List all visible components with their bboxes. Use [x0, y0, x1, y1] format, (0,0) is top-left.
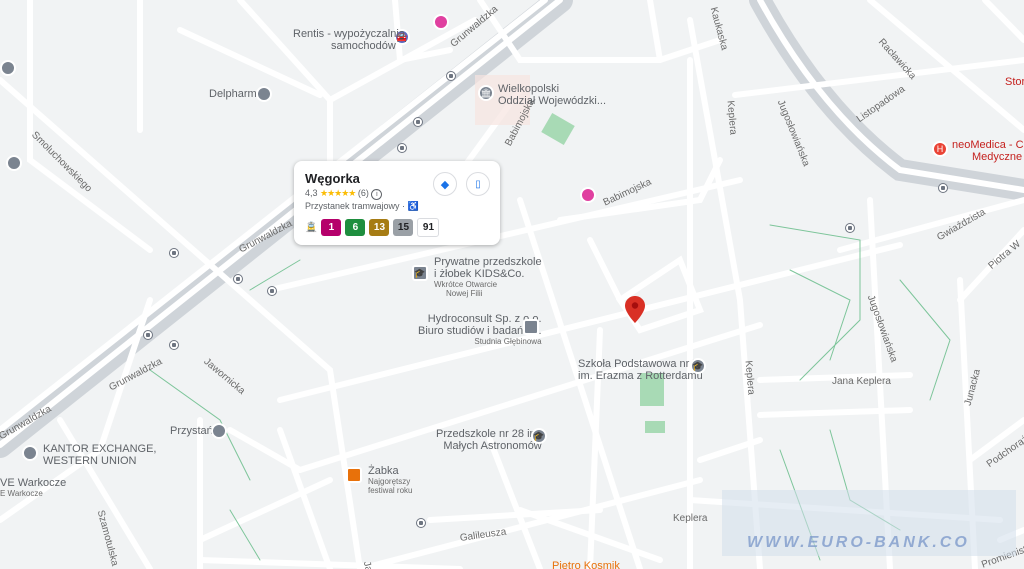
tram-line-badge[interactable]: 91 — [417, 218, 440, 237]
place-rating: 4,3 ★★★★★ (6) i — [305, 188, 383, 200]
poi-hydroconsult-sub: Studnia Głębinowa — [474, 337, 542, 346]
poi-stor[interactable]: Stor — [1005, 76, 1024, 88]
poi-neomedica-line1: neoMedica - Cen — [952, 139, 1024, 151]
poi-szkola-podstawowa[interactable]: Szkoła Podstawowa nr 7 im. Erazma z Rott… — [578, 358, 703, 382]
transit-stop-icon[interactable] — [267, 286, 277, 296]
currency-exchange-icon[interactable] — [22, 445, 38, 461]
school-icon[interactable]: 🎓 — [690, 358, 706, 374]
poi-rentis[interactable]: Rentis - wypożyczalnia samochodów — [293, 28, 405, 52]
street-label-jana-keplera: Jana Keplera — [832, 376, 891, 387]
watermark: WWW.EURO-BANK.CO — [722, 490, 1016, 556]
poi-rentis-line2: samochodów — [331, 40, 396, 52]
review-count: (6) — [357, 188, 369, 198]
poi-pietro-kosmik[interactable]: Piętro Kosmik — [552, 560, 620, 569]
poi-zabka-sub1: Najgorętszy — [368, 477, 411, 486]
poi-przystan[interactable]: Przystań — [170, 425, 213, 437]
poi-kantor[interactable]: KANTOR EXCHANGE, WESTERN UNION — [43, 443, 157, 467]
tram-line-badge[interactable]: 13 — [369, 219, 390, 236]
hospital-icon[interactable]: H — [932, 141, 948, 157]
poi-warkocze[interactable]: VE Warkocze E Warkocze — [0, 477, 66, 498]
place-icon[interactable] — [211, 423, 227, 439]
place-icon[interactable] — [6, 155, 22, 171]
store-icon[interactable] — [346, 467, 362, 483]
location-marker-icon[interactable] — [625, 296, 645, 323]
poi-szkola-line2: im. Erazma z Rotterdamu — [578, 370, 703, 382]
poi-neomedica[interactable]: neoMedica - Cen Medyczne Pozna — [952, 139, 1024, 163]
rating-value: 4,3 — [305, 188, 318, 198]
poi-przedszkole28-line1: Przedszkole nr 28 im. — [436, 428, 542, 440]
poi-przedszkole28-line2: Małych Astronomów — [443, 440, 542, 452]
transit-stop-icon[interactable] — [416, 518, 426, 528]
place-info-card[interactable]: Węgorka 4,3 ★★★★★ (6) i Przystanek tramw… — [294, 161, 500, 245]
government-building-icon[interactable]: 🏛 — [478, 85, 494, 101]
bookmark-icon: ▯ — [475, 178, 481, 190]
transit-stop-icon[interactable] — [446, 71, 456, 81]
poi-kids-line1: Prywatne przedszkole — [434, 256, 542, 268]
rating-stars-icon: ★★★★★ — [320, 188, 356, 198]
place-type: Przystanek tramwajowy · ♿ — [305, 201, 419, 212]
save-button[interactable]: ▯ — [466, 172, 490, 196]
tram-line-badge[interactable]: 15 — [393, 219, 414, 236]
school-icon[interactable]: 🎓 — [412, 265, 428, 281]
place-title: Węgorka — [305, 171, 360, 186]
poi-wielkopolski-line1: Wielkopolski — [498, 83, 560, 95]
poi-wielkopolski[interactable]: Wielkopolski Oddział Wojewódzki... — [498, 83, 606, 107]
poi-rentis-line1: Rentis - wypożyczalnia — [293, 28, 405, 40]
transit-stop-icon[interactable] — [938, 183, 948, 193]
shopping-icon[interactable] — [433, 14, 449, 30]
transit-stop-icon[interactable] — [397, 143, 407, 153]
poi-kids-sub1: Wkrótce Otwarcie — [434, 280, 498, 289]
poi-zabka-name: Żabka — [368, 465, 399, 477]
poi-szkola-line1: Szkoła Podstawowa nr 7 — [578, 358, 699, 370]
school-icon[interactable]: 🎓 — [531, 428, 547, 444]
tram-icon: 🚊 — [305, 222, 318, 233]
tram-line-badge[interactable]: 1 — [321, 219, 342, 236]
poi-zabka-sub2: festiwal roku — [368, 486, 413, 495]
street-label-keplera: Keplera — [673, 513, 708, 524]
poi-kantor-line1: KANTOR EXCHANGE, — [43, 443, 157, 455]
place-icon[interactable] — [0, 60, 16, 76]
wheelchair-accessible-icon: ♿ — [407, 201, 419, 211]
map-canvas[interactable]: Grunwaldzka Grunwaldzka Grunwaldzka Grun… — [0, 0, 1024, 569]
tram-lines: 🚊 1 6 13 15 91 — [305, 218, 440, 237]
transit-stop-icon[interactable] — [169, 340, 179, 350]
poi-zabka[interactable]: Żabka Najgorętszy festiwal roku — [368, 465, 412, 495]
info-icon[interactable]: i — [371, 189, 383, 200]
business-icon[interactable] — [523, 319, 539, 335]
watermark-text: WWW.EURO-BANK.CO — [747, 534, 970, 551]
place-icon[interactable] — [256, 86, 272, 102]
directions-icon: ◆ — [440, 178, 450, 191]
poi-kids-and-co[interactable]: Prywatne przedszkole i żłobek KIDS&Co. W… — [434, 256, 542, 298]
transit-stop-icon[interactable] — [233, 274, 243, 284]
poi-przedszkole-28[interactable]: Przedszkole nr 28 im. Małych Astronomów — [436, 428, 542, 452]
poi-kantor-line2: WESTERN UNION — [43, 455, 137, 467]
poi-neomedica-line2: Medyczne Pozna — [972, 151, 1024, 163]
transit-stop-icon[interactable] — [143, 330, 153, 340]
transit-stop-icon[interactable] — [169, 248, 179, 258]
poi-kids-line2: i żłobek KIDS&Co. — [434, 268, 525, 280]
transit-stop-icon[interactable] — [413, 117, 423, 127]
poi-warkocze-line2: E Warkocze — [0, 489, 43, 498]
transit-stop-icon[interactable] — [845, 223, 855, 233]
directions-button[interactable]: ◆ — [433, 172, 457, 196]
place-type-label: Przystanek tramwajowy · — [305, 201, 406, 211]
poi-wielkopolski-line2: Oddział Wojewódzki... — [498, 95, 607, 107]
poi-delpharm[interactable]: Delpharm — [209, 88, 257, 100]
poi-kids-sub2: Nowej Filii — [446, 289, 483, 298]
poi-warkocze-line1: VE Warkocze — [0, 477, 67, 489]
tram-line-badge[interactable]: 6 — [345, 219, 366, 236]
shopping-icon[interactable] — [580, 187, 596, 203]
